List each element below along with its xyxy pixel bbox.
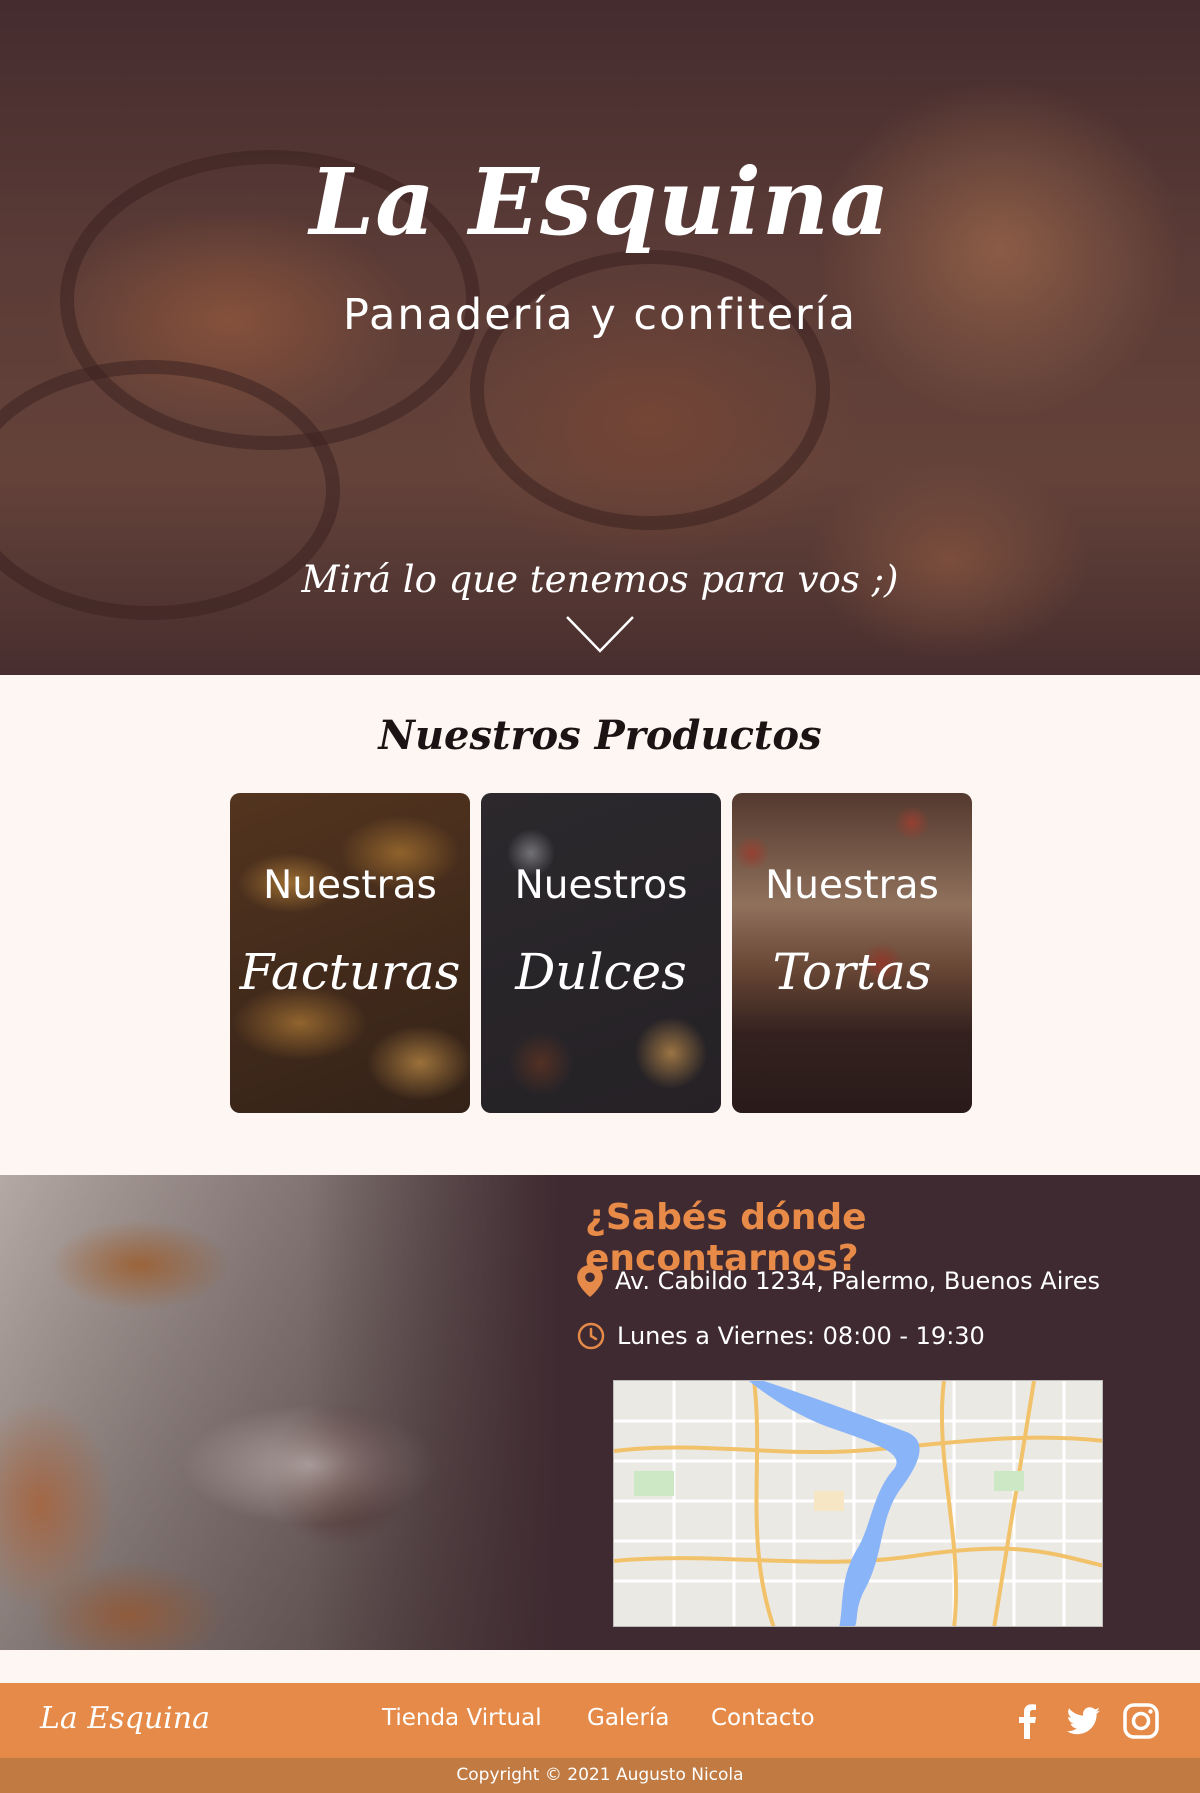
hours-row: Lunes a Viernes: 08:00 - 19:30 [577, 1322, 985, 1350]
card-label: Nuestros [514, 863, 688, 908]
photo-fade [0, 1175, 560, 1650]
copyright-text: Copyright © 2021 Augusto Nicola [0, 1758, 1200, 1793]
map-graphic [614, 1381, 1102, 1626]
chevron-down-icon[interactable] [565, 615, 635, 655]
address-text: Av. Cabildo 1234, Palermo, Buenos Aires [615, 1267, 1100, 1295]
bakery-display-image [0, 1175, 560, 1650]
footer: La Esquina Tienda Virtual Galería Contac… [0, 1683, 1200, 1758]
card-name: Dulces [515, 943, 687, 1001]
product-card-facturas[interactable]: Nuestras Facturas [230, 793, 470, 1113]
instagram-icon[interactable] [1121, 1701, 1161, 1741]
address-row: Av. Cabildo 1234, Palermo, Buenos Aires [577, 1265, 1100, 1297]
card-name: Tortas [772, 943, 932, 1001]
product-card-dulces[interactable]: Nuestros Dulces [481, 793, 721, 1113]
footer-link-tienda-virtual[interactable]: Tienda Virtual [382, 1705, 542, 1731]
twitter-icon[interactable] [1063, 1701, 1103, 1741]
hero-cta-text[interactable]: Mirá lo que tenemos para vos ;) [0, 558, 1200, 601]
hero-section: La Esquina Panadería y confitería Mirá l… [0, 0, 1200, 675]
products-title: Nuestros Productos [378, 712, 822, 759]
clock-icon [577, 1322, 605, 1350]
footer-link-contacto[interactable]: Contacto [711, 1705, 815, 1731]
footer-logo[interactable]: La Esquina [40, 1701, 210, 1736]
hours-text: Lunes a Viernes: 08:00 - 19:30 [617, 1322, 985, 1350]
facebook-icon[interactable] [1007, 1701, 1047, 1741]
hero-subtitle: Panadería y confitería [342, 290, 858, 340]
location-map[interactable] [613, 1380, 1103, 1627]
card-label: Nuestras [263, 863, 437, 908]
location-section: ¿Sabés dónde encontarnos? Av. Cabildo 12… [0, 1175, 1200, 1650]
product-card-tortas[interactable]: Nuestras Tortas [732, 793, 972, 1113]
map-pin-icon [577, 1265, 603, 1297]
card-name: Facturas [239, 943, 461, 1001]
hero-title: La Esquina [309, 148, 891, 256]
footer-link-galeria[interactable]: Galería [587, 1705, 669, 1731]
card-label: Nuestras [765, 863, 939, 908]
